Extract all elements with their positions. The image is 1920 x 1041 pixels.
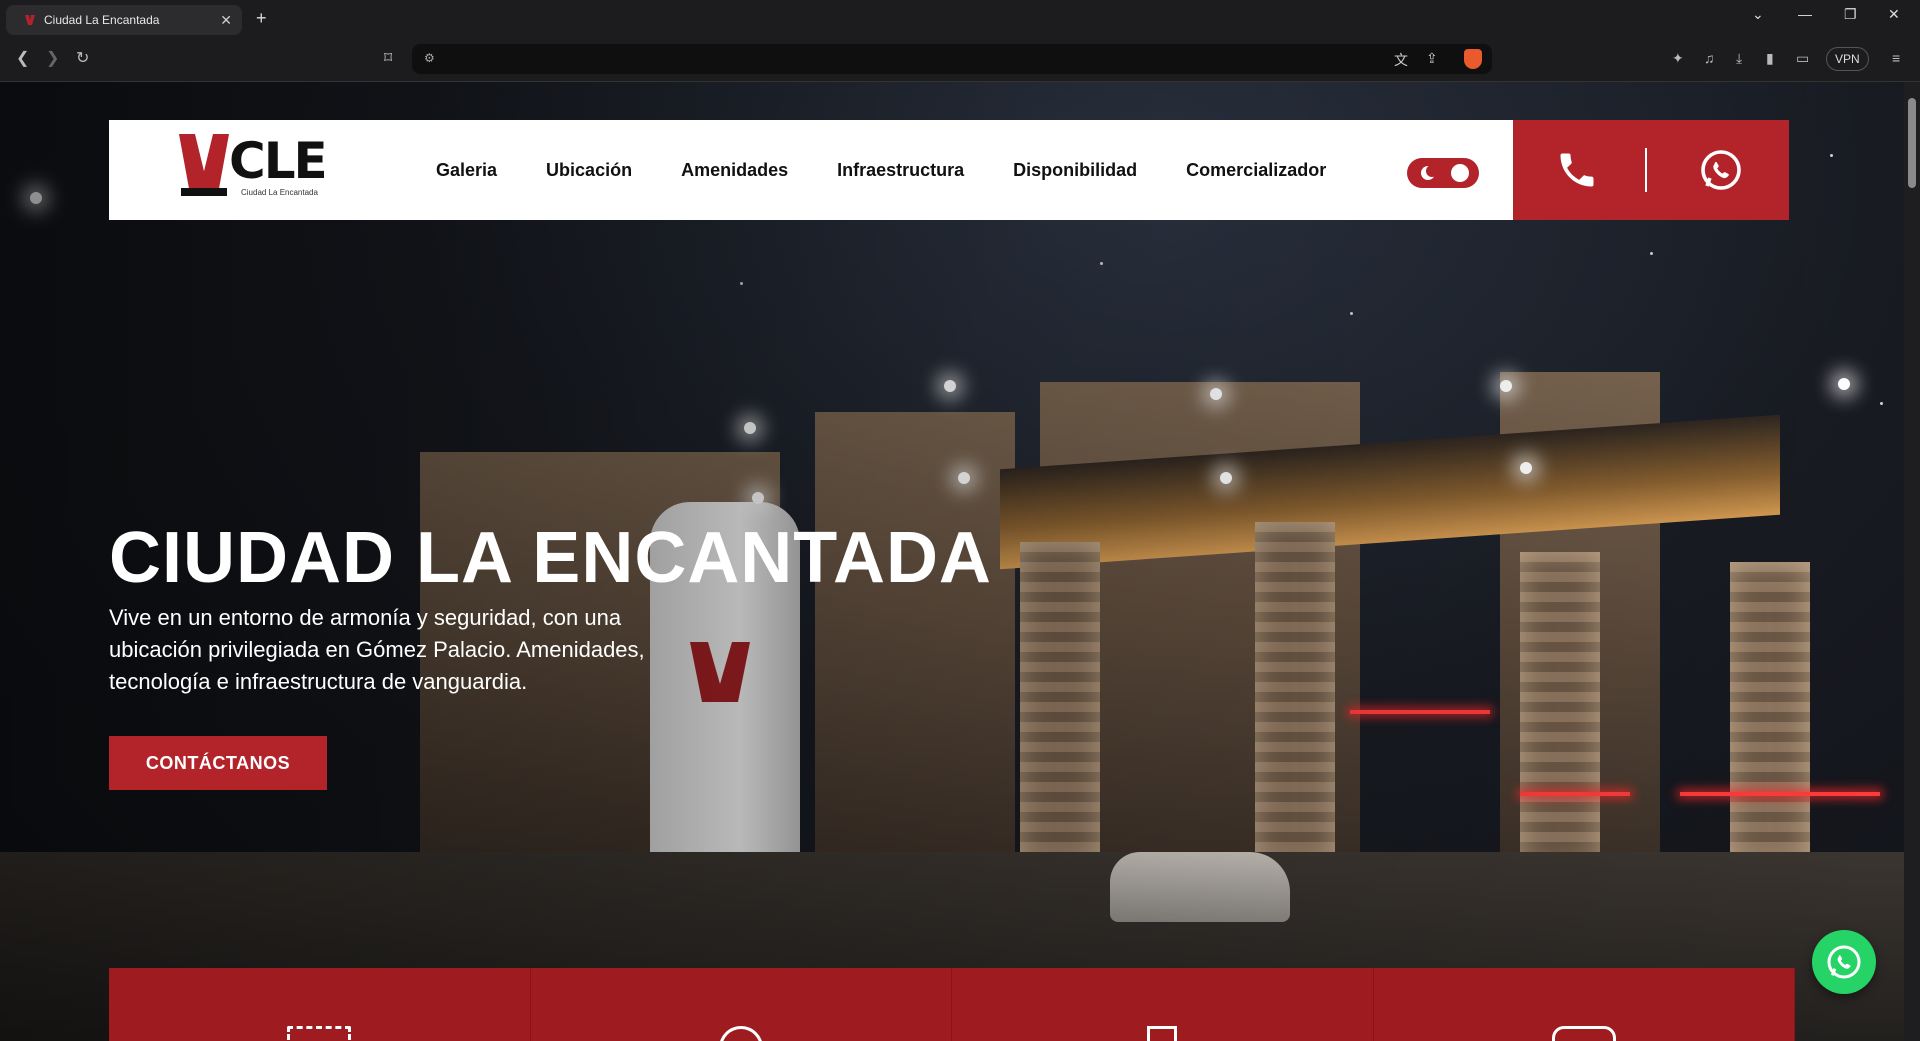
nav-amenidades[interactable]: Amenidades: [681, 160, 788, 181]
share-icon[interactable]: ⇪: [1426, 50, 1438, 67]
logo-mark-icon: [179, 134, 229, 194]
location-icon: [718, 1026, 763, 1041]
browser-toolbar: ❮ ❯ ↻ ⌑ ⚙ 文 ⇪ ✦ ♫ ⤓ ▮ ▭ VPN ≡: [0, 38, 1920, 82]
wallet-icon[interactable]: ▭: [1796, 50, 1809, 67]
nav-disponibilidad[interactable]: Disponibilidad: [1013, 160, 1137, 181]
logo-letters: CLE: [229, 132, 328, 190]
car-icon: [1551, 1026, 1616, 1041]
back-icon[interactable]: ❮: [16, 48, 29, 68]
nav-comercializador[interactable]: Comercializador: [1186, 160, 1326, 181]
floating-whatsapp-button[interactable]: [1812, 930, 1876, 994]
logo-base: [181, 188, 227, 196]
calendar-icon: [287, 1026, 352, 1041]
tab-title: Ciudad La Encantada: [44, 13, 160, 27]
tab-list-chevron-icon[interactable]: ⌄: [1752, 6, 1764, 23]
whatsapp-icon[interactable]: [1697, 146, 1745, 194]
vpn-button[interactable]: VPN: [1826, 47, 1869, 71]
phone-icon[interactable]: [1555, 148, 1599, 192]
hero-title: CIUDAD LA ENCANTADA: [109, 518, 992, 598]
minimize-icon[interactable]: —: [1798, 6, 1812, 22]
extensions-icon[interactable]: ✦: [1672, 50, 1684, 67]
sidebar-icon[interactable]: ▮: [1766, 50, 1774, 67]
new-tab-button[interactable]: +: [256, 8, 267, 29]
amenities-icon: [1147, 1026, 1178, 1041]
site-settings-icon[interactable]: ⚙: [424, 51, 435, 65]
reload-icon[interactable]: ↻: [76, 48, 89, 68]
feature-card[interactable]: [952, 968, 1374, 1041]
moon-icon: [1421, 165, 1438, 180]
translate-icon[interactable]: 文: [1394, 50, 1408, 70]
browser-tab-bar: Ciudad La Encantada ✕ + ⌄ — ❐ ✕: [0, 0, 1920, 38]
brave-shields-icon[interactable]: [1464, 49, 1482, 69]
hero-description: Vive en un entorno de armonía y segurida…: [109, 605, 645, 694]
page-scrollbar[interactable]: [1904, 82, 1920, 1041]
contact-button[interactable]: CONTÁCTANOS: [109, 736, 327, 790]
feature-card[interactable]: [1373, 968, 1795, 1041]
site-favicon-icon: [24, 14, 36, 26]
nav-infraestructura[interactable]: Infraestructura: [837, 160, 964, 181]
bookmark-icon[interactable]: ⌑: [384, 48, 392, 68]
whatsapp-icon: [1827, 945, 1861, 979]
theme-toggle[interactable]: [1407, 158, 1479, 188]
logo-subtitle: Ciudad La Encantada: [241, 188, 318, 197]
address-bar[interactable]: ⚙ 文 ⇪: [412, 44, 1492, 74]
main-nav: Galeria Ubicación Amenidades Infraestruc…: [436, 120, 1326, 220]
site-logo[interactable]: CLE Ciudad La Encantada: [169, 132, 329, 202]
restore-icon[interactable]: ❐: [1844, 6, 1857, 23]
nav-ubicacion[interactable]: Ubicación: [546, 160, 632, 181]
feature-card[interactable]: [109, 968, 531, 1041]
contact-box: [1513, 120, 1789, 220]
features-strip: [109, 968, 1795, 1041]
downloads-icon[interactable]: ⤓: [1736, 50, 1742, 67]
page-viewport: CLE Ciudad La Encantada Galeria Ubicació…: [0, 82, 1904, 1041]
contact-divider: [1645, 148, 1647, 192]
close-tab-icon[interactable]: ✕: [220, 12, 232, 29]
media-icon[interactable]: ♫: [1704, 50, 1715, 66]
toggle-knob: [1451, 164, 1469, 182]
nav-galeria[interactable]: Galeria: [436, 160, 497, 181]
site-header: CLE Ciudad La Encantada Galeria Ubicació…: [109, 120, 1789, 220]
scrollbar-thumb[interactable]: [1908, 98, 1916, 188]
menu-icon[interactable]: ≡: [1892, 50, 1900, 66]
close-window-icon[interactable]: ✕: [1888, 6, 1900, 23]
forward-icon[interactable]: ❯: [46, 48, 59, 68]
browser-tab[interactable]: Ciudad La Encantada ✕: [6, 5, 242, 35]
feature-card[interactable]: [530, 968, 952, 1041]
